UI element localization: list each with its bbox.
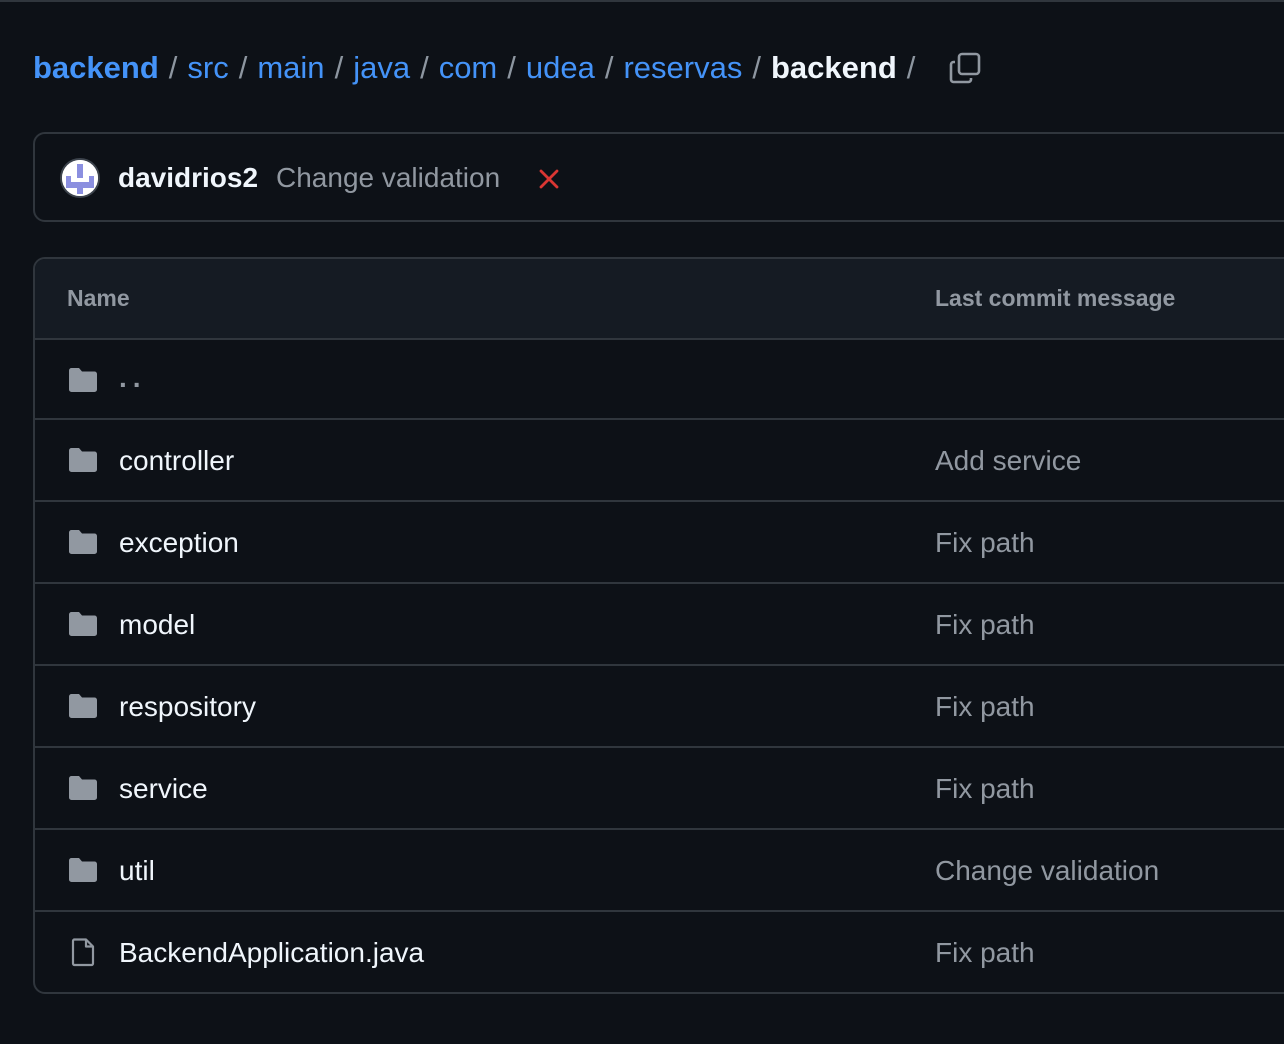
table-row-parent-directory[interactable]: ..: [35, 340, 1284, 420]
commit-message-link[interactable]: Add service: [935, 445, 1081, 477]
breadcrumb-separator: /: [507, 50, 516, 85]
copy-icon: [949, 52, 981, 84]
breadcrumb-link-com[interactable]: com: [439, 50, 498, 86]
column-header-name: Name: [67, 285, 130, 311]
breadcrumb-current: backend: [770, 50, 897, 85]
folder-link-util[interactable]: util: [119, 855, 155, 887]
avatar[interactable]: [60, 158, 100, 198]
copy-path-button[interactable]: [944, 47, 986, 89]
breadcrumb-link-udea[interactable]: udea: [526, 50, 595, 86]
breadcrumb-separator: /: [604, 50, 614, 85]
breadcrumb-link-src[interactable]: src: [187, 50, 228, 86]
avatar-identicon: [62, 160, 98, 196]
folder-icon: [69, 858, 97, 882]
breadcrumb-link-main[interactable]: main: [257, 50, 324, 86]
folder-icon: [69, 530, 97, 554]
table-row: util Change validation: [35, 830, 1284, 912]
breadcrumb-separator: /: [238, 50, 248, 85]
x-icon[interactable]: [538, 168, 560, 190]
breadcrumb-link-java[interactable]: java: [353, 50, 410, 86]
breadcrumb-root-link[interactable]: backend: [33, 50, 159, 86]
table-row: model Fix path: [35, 584, 1284, 666]
breadcrumb-separator: /: [906, 50, 916, 85]
commit-message-link[interactable]: Fix path: [935, 527, 1035, 559]
folder-link-service[interactable]: service: [119, 773, 208, 805]
folder-link-respository[interactable]: respository: [119, 691, 256, 723]
folder-icon: [69, 776, 97, 800]
latest-commit-bar: davidrios2 Change validation: [33, 132, 1284, 222]
table-row: respository Fix path: [35, 666, 1284, 748]
commit-message-link[interactable]: Change validation: [935, 855, 1159, 887]
file-icon: [71, 938, 95, 967]
breadcrumb: backend / src / main / java / com / udea…: [33, 46, 925, 90]
table-row: BackendApplication.java Fix path: [35, 912, 1284, 992]
commit-message-link[interactable]: Fix path: [935, 937, 1035, 969]
repo-file-browser: backend / src / main / java / com / udea…: [0, 0, 1284, 1044]
parent-directory-link[interactable]: ..: [119, 362, 147, 394]
commit-author-link[interactable]: davidrios2: [118, 162, 258, 194]
column-header-last-commit-message: Last commit message: [935, 285, 1176, 311]
commit-message-link[interactable]: Fix path: [935, 773, 1035, 805]
folder-link-controller[interactable]: controller: [119, 445, 234, 477]
breadcrumb-link-reservas[interactable]: reservas: [623, 50, 742, 86]
folder-icon: [69, 612, 97, 636]
table-row: exception Fix path: [35, 502, 1284, 584]
commit-message-link[interactable]: Fix path: [935, 691, 1035, 723]
commit-message-link[interactable]: Fix path: [935, 609, 1035, 641]
folder-icon: [69, 368, 97, 392]
folder-icon: [69, 448, 97, 472]
breadcrumb-separator: /: [752, 50, 761, 85]
table-row: controller Add service: [35, 420, 1284, 502]
table-header: Name Last commit message: [35, 259, 1284, 340]
folder-link-exception[interactable]: exception: [119, 527, 239, 559]
commit-message-link[interactable]: Change validation: [276, 162, 500, 194]
breadcrumb-separator: /: [420, 50, 429, 85]
folder-icon: [69, 694, 97, 718]
breadcrumb-separator: /: [168, 50, 178, 85]
breadcrumb-separator: /: [334, 50, 344, 85]
file-table: Name Last commit message .. controller A…: [33, 257, 1284, 994]
file-link-backendapplication[interactable]: BackendApplication.java: [119, 937, 424, 969]
folder-link-model[interactable]: model: [119, 609, 195, 641]
table-row: service Fix path: [35, 748, 1284, 830]
